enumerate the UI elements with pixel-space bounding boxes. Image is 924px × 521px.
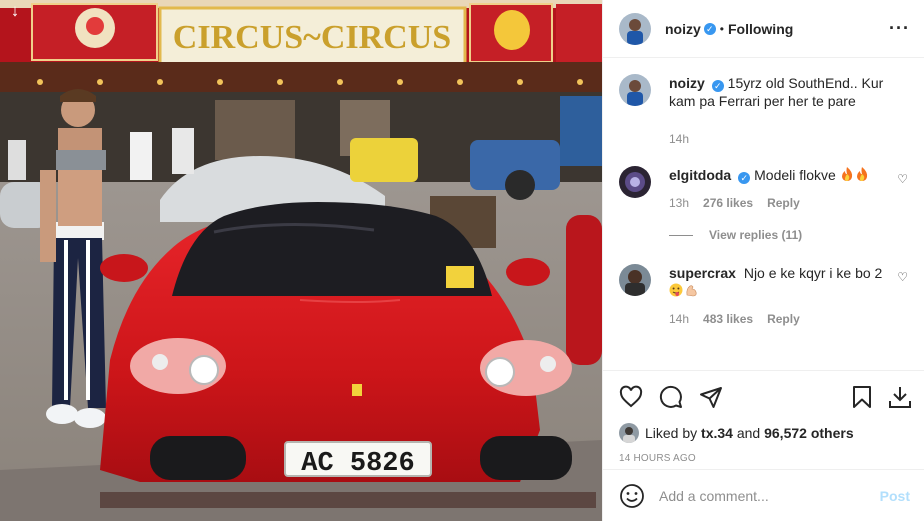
liker-avatar[interactable] bbox=[619, 423, 639, 443]
bookmark-icon[interactable] bbox=[850, 385, 874, 409]
arrow-down-icon[interactable]: ↓ bbox=[6, 2, 24, 20]
more-options-icon[interactable]: ··· bbox=[889, 18, 910, 39]
photo-ferrari: CIRCUS~CIRCUS AC 5826 bbox=[0, 0, 602, 521]
caption-avatar[interactable] bbox=[619, 74, 651, 106]
comment-meta: 13h 276 likes Reply bbox=[669, 194, 888, 212]
caption-age[interactable]: 14h bbox=[669, 132, 689, 146]
comment-meta: 14h 483 likes Reply bbox=[669, 310, 888, 328]
liked-prefix: Liked by bbox=[645, 425, 698, 441]
liked-user[interactable]: tx.34 bbox=[701, 425, 733, 441]
verified-badge-icon: ✓ bbox=[703, 22, 716, 35]
separator-dot: • bbox=[719, 21, 724, 36]
emoji-smiley-icon[interactable] bbox=[619, 483, 645, 509]
author-username[interactable]: noizy bbox=[665, 21, 701, 37]
comment-item: supercrax Njo e ke kqyr i ke bo 2 14h 483… bbox=[619, 264, 910, 328]
post-photo[interactable]: CIRCUS~CIRCUS AC 5826 ↓ bbox=[0, 0, 602, 521]
reply-button[interactable]: Reply bbox=[767, 196, 800, 210]
heart-icon[interactable] bbox=[619, 385, 643, 409]
comment-likes[interactable]: 483 likes bbox=[703, 312, 753, 326]
view-replies-label: View replies (11) bbox=[709, 228, 803, 242]
replies-line bbox=[669, 234, 693, 236]
commenter-username[interactable]: elgitdoda bbox=[669, 167, 731, 183]
fire-emoji-icon bbox=[856, 167, 867, 181]
license-plate: AC 5826 bbox=[301, 449, 414, 479]
likes-count[interactable]: 96,572 others bbox=[764, 425, 854, 441]
like-comment-heart-icon[interactable]: ♡ bbox=[897, 172, 908, 186]
following-button[interactable]: Following bbox=[728, 21, 793, 37]
share-icon[interactable] bbox=[699, 385, 723, 409]
face-with-tongue-emoji-icon bbox=[669, 283, 683, 297]
author-avatar[interactable] bbox=[619, 12, 651, 45]
flexed-biceps-emoji-icon bbox=[686, 285, 697, 297]
verified-badge-icon: ✓ bbox=[711, 80, 724, 92]
add-comment-bar: Post bbox=[603, 469, 924, 521]
post-details-panel: noizy ✓ • Following ··· noizy ✓ 15yrz old… bbox=[602, 0, 924, 521]
like-comment-heart-icon[interactable]: ♡ bbox=[897, 270, 908, 284]
circus-banner-text: CIRCUS~CIRCUS bbox=[173, 19, 451, 56]
comment-text: Modeli flokve bbox=[754, 167, 836, 183]
comments-list[interactable]: noizy ✓ 15yrz old SouthEnd.. Kur kam pa F… bbox=[603, 58, 924, 369]
comment-text: Njo e ke kqyr i ke bo 2 bbox=[743, 265, 883, 281]
fire-emoji-icon bbox=[841, 167, 852, 181]
comment-age[interactable]: 13h bbox=[669, 196, 689, 210]
action-icon-row bbox=[619, 381, 912, 413]
post-header: noizy ✓ • Following ··· bbox=[603, 0, 924, 58]
reply-button[interactable]: Reply bbox=[767, 312, 800, 326]
view-replies-button[interactable]: View replies (11) bbox=[669, 228, 910, 242]
comment-input[interactable] bbox=[659, 487, 880, 504]
comment-item: elgitdoda ✓ Modeli flokve 13h 276 likes Rep… bbox=[619, 166, 910, 212]
caption: noizy ✓ 15yrz old SouthEnd.. Kur kam pa F… bbox=[619, 74, 910, 148]
post-comment-button[interactable]: Post bbox=[880, 488, 910, 504]
liked-by: Liked by tx.34 and 96,572 others bbox=[619, 423, 912, 443]
comment-icon[interactable] bbox=[659, 385, 683, 409]
caption-username[interactable]: noizy bbox=[669, 75, 705, 91]
commenter-username[interactable]: supercrax bbox=[669, 265, 736, 281]
commenter-avatar[interactable] bbox=[619, 264, 651, 296]
verified-badge-icon: ✓ bbox=[738, 172, 751, 184]
download-icon[interactable] bbox=[888, 385, 912, 409]
post-actions: Liked by tx.34 and 96,572 others 14 HOUR… bbox=[603, 370, 924, 464]
liked-and: and bbox=[736, 425, 761, 441]
post-timestamp[interactable]: 14 HOURS AGO bbox=[619, 453, 912, 464]
comment-likes[interactable]: 276 likes bbox=[703, 196, 753, 210]
comment-age[interactable]: 14h bbox=[669, 312, 689, 326]
commenter-avatar[interactable] bbox=[619, 166, 651, 198]
